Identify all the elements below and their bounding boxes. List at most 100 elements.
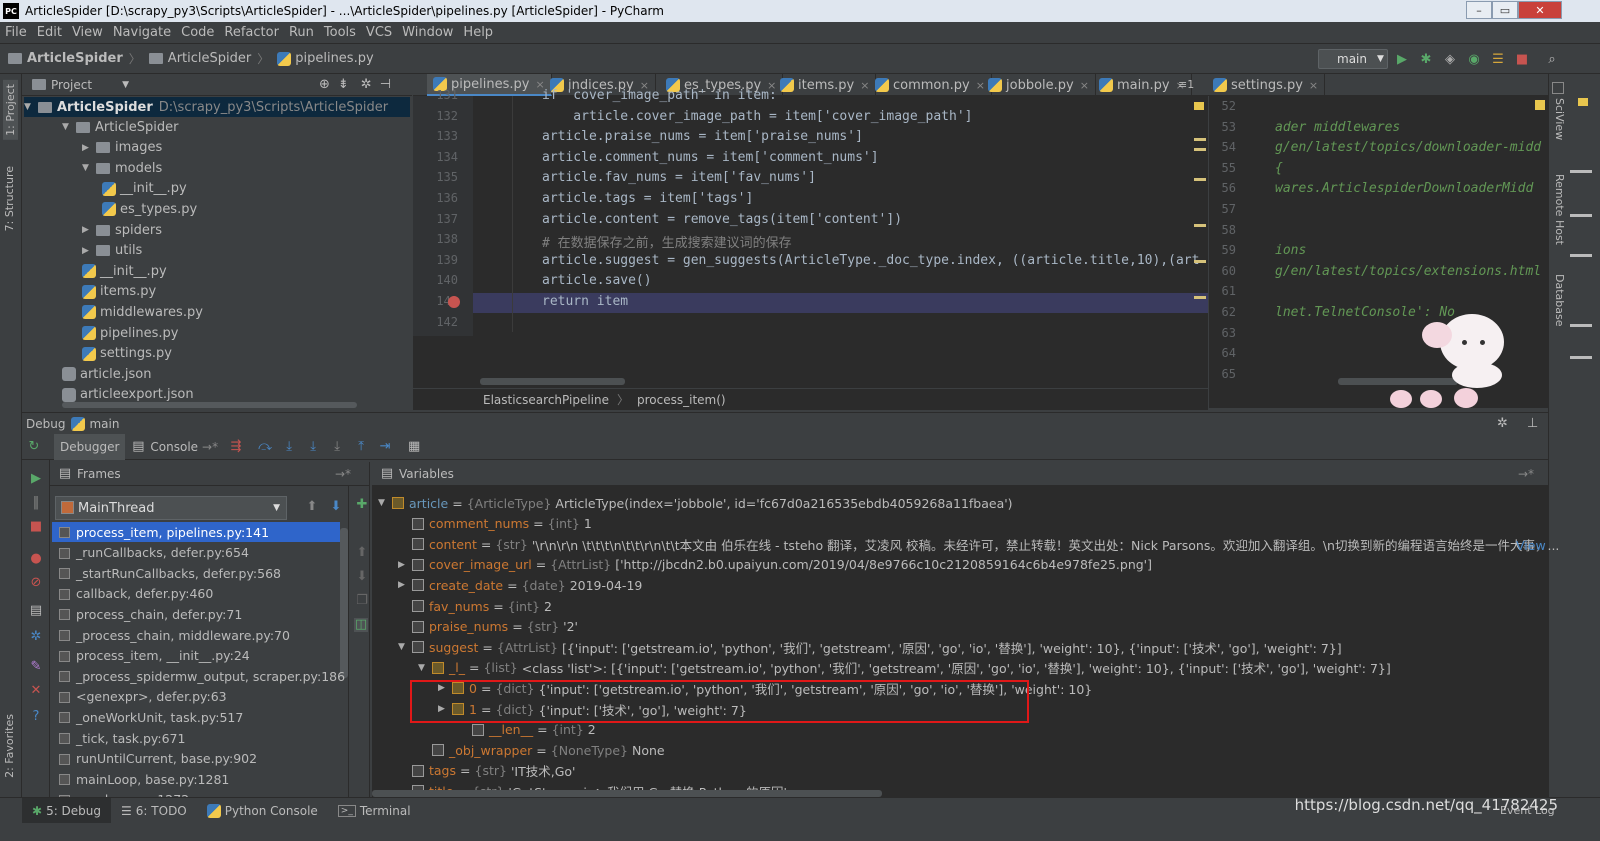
tree-item[interactable]: ▶ spiders — [82, 220, 162, 240]
stack-frame[interactable]: _startRunCallbacks, defer.py:568 — [52, 563, 340, 583]
close-tab-icon[interactable]: × — [1080, 79, 1089, 92]
run-to-cursor-icon[interactable]: ⇥ — [378, 439, 392, 454]
show-watches-icon[interactable]: ◫ — [354, 618, 368, 632]
stack-frame[interactable]: runUntilCurrent, base.py:902 — [52, 749, 340, 769]
chevron-right-icon[interactable]: ▶ — [82, 246, 96, 256]
step-into-my-code-icon[interactable]: ⤓ — [306, 439, 320, 454]
menu-edit[interactable]: Edit — [32, 25, 67, 40]
tool-tab-favorites[interactable]: 2: Favorites — [3, 714, 16, 778]
code-line[interactable]: wares.ArticlespiderDownloaderMidd — [1275, 181, 1533, 196]
editor-tab[interactable]: items.py × — [774, 74, 877, 96]
build-icon[interactable]: ☰ — [1490, 51, 1506, 67]
variable-row[interactable]: ▼ suggest = {AttrList} [{'input': ['getstrea… — [398, 637, 1342, 657]
stack-frame[interactable]: mainLoop, base.py:1281 — [52, 769, 340, 789]
step-out-icon[interactable]: ⤒ — [354, 439, 368, 454]
hide-icon[interactable]: ⊣ — [380, 77, 391, 92]
stack-frame[interactable]: _runCallbacks, defer.py:654 — [52, 543, 340, 563]
tree-item[interactable]: ▼ models — [82, 158, 162, 178]
frames-scrollbar[interactable] — [340, 528, 348, 678]
tool-tab-database[interactable]: Database — [1553, 274, 1566, 327]
code-line[interactable]: article.comment_nums = item['comment_num… — [542, 150, 879, 165]
close-icon[interactable]: ✕ — [29, 684, 43, 698]
pin-icon[interactable]: ✎ — [29, 660, 43, 674]
code-line[interactable]: article.suggest = gen_suggests(ArticleTy… — [542, 253, 1199, 268]
code-line[interactable]: ions — [1275, 243, 1306, 258]
thread-select[interactable]: MainThread ▼ — [55, 496, 287, 520]
breadcrumb-class[interactable]: ElasticsearchPipeline — [483, 393, 609, 407]
tree-item[interactable]: ▶ images — [82, 138, 162, 158]
menu-navigate[interactable]: Navigate — [108, 25, 176, 40]
tool-tab-todo[interactable]: ☰ 6: TODO — [111, 798, 197, 824]
stack-frame[interactable]: _process_chain, middleware.py:70 — [52, 625, 340, 645]
code-line[interactable]: # 在数据保存之前，生成搜索建议词的保存 — [542, 232, 792, 251]
variable-row[interactable]: ▶ create_date = {date} 2019-04-19 — [398, 575, 642, 595]
close-tab-icon[interactable]: × — [1309, 79, 1318, 92]
chevron-down-icon[interactable]: ▼ — [378, 498, 392, 508]
chevron-right-icon[interactable]: ▶ — [82, 225, 96, 235]
coverage-icon[interactable]: ◈ — [1442, 51, 1458, 67]
close-window-button[interactable]: ✕ — [1518, 1, 1562, 19]
stack-frame[interactable]: process_item, __init__.py:24 — [52, 646, 340, 666]
stack-frame[interactable]: process_item, pipelines.py:141 — [52, 522, 340, 542]
stack-frame[interactable]: _oneWorkUnit, task.py:517 — [52, 707, 340, 727]
chevron-down-icon[interactable]: ▼ — [122, 80, 129, 90]
code-line[interactable]: ader middlewares — [1275, 120, 1400, 135]
horizontal-scrollbar[interactable] — [372, 790, 882, 797]
step-into-icon[interactable]: ⤓ — [282, 439, 296, 454]
breadcrumb-package[interactable]: ArticleSpider — [148, 51, 251, 66]
chevron-right-icon[interactable]: ▶ — [398, 580, 412, 590]
stop-icon[interactable]: ■ — [1514, 51, 1530, 67]
chevron-down-icon[interactable]: ▼ — [398, 642, 412, 652]
code-line[interactable]: article.fav_nums = item['fav_nums'] — [542, 170, 816, 185]
menu-run[interactable]: Run — [284, 25, 319, 40]
chevron-down-icon[interactable]: ▼ — [82, 163, 96, 173]
tree-item[interactable]: article.json — [62, 364, 152, 384]
variable-row[interactable]: ▶ cover_image_url = {AttrList} ['http://jbcd… — [398, 555, 1152, 575]
tree-item[interactable]: ▼ ArticleSpider — [62, 117, 178, 137]
move-up-icon[interactable]: ⬆ — [355, 546, 369, 560]
editor-tab[interactable]: settings.py × — [1207, 74, 1326, 96]
tree-item[interactable]: __init__.py — [82, 261, 167, 281]
variable-row[interactable]: _obj_wrapper = {NoneType} None — [418, 740, 665, 760]
horizontal-scrollbar[interactable] — [480, 378, 625, 385]
search-icon[interactable]: ⌕ — [1544, 51, 1560, 67]
variable-row[interactable]: ▼ article = {ArticleType} ArticleType(index=… — [378, 493, 1013, 513]
tool-tab-project[interactable]: 1: Project — [3, 80, 18, 140]
breakpoint-icon[interactable] — [448, 296, 460, 308]
code-line[interactable]: g/en/latest/topics/extensions.html — [1275, 264, 1541, 279]
debug-icon[interactable]: ✱ — [1418, 51, 1434, 67]
variable-row[interactable]: comment_nums = {int} 1 — [398, 514, 592, 534]
menu-help[interactable]: Help — [458, 25, 498, 40]
minimize-button[interactable]: – — [1466, 1, 1492, 19]
gear-icon[interactable]: ✲ — [1497, 416, 1508, 431]
variable-row[interactable]: content = {str} '\r\n\r\n \t\t\t\n\t\t\r\n\… — [398, 534, 1559, 554]
variable-row[interactable]: ▼ _l_ = {list} <class 'list'>: [{'input': ['… — [418, 658, 1391, 678]
hide-panel-icon[interactable]: ⊥ — [1527, 416, 1538, 431]
profile-icon[interactable]: ◉ — [1466, 51, 1482, 67]
code-line[interactable]: g/en/latest/topics/downloader-midd — [1275, 140, 1541, 155]
run-config-select[interactable]: main ▼ — [1318, 49, 1388, 69]
editor-tab[interactable]: main.py × — [1093, 74, 1192, 96]
chevron-right-icon[interactable]: ▶ — [82, 143, 96, 153]
chevron-down-icon[interactable]: ▼ — [62, 122, 76, 132]
variable-row[interactable]: fav_nums = {int} 2 — [398, 596, 552, 616]
chevron-right-icon[interactable]: ▶ — [398, 560, 412, 570]
menu-view[interactable]: View — [67, 25, 108, 40]
stop-icon[interactable]: ■ — [29, 520, 43, 534]
code-line[interactable]: return item — [542, 294, 628, 309]
project-view-select[interactable]: Project — [51, 78, 92, 92]
help-icon[interactable]: ? — [29, 710, 43, 724]
editor-tab[interactable]: jobbole.py × — [982, 74, 1096, 96]
menu-vcs[interactable]: VCS — [361, 25, 397, 40]
tab-debugger[interactable]: Debugger — [54, 433, 126, 460]
tab-console[interactable]: ▤ Console →* — [125, 434, 224, 460]
maximize-button[interactable]: ▭ — [1492, 1, 1518, 19]
code-line[interactable]: article.tags = item['tags'] — [542, 191, 753, 206]
breadcrumb-method[interactable]: process_item() — [637, 393, 726, 407]
stack-frame[interactable]: process_chain, defer.py:71 — [52, 604, 340, 624]
stack-frame[interactable]: callback, defer.py:460 — [52, 584, 340, 604]
move-down-icon[interactable]: ⬇ — [355, 570, 369, 584]
tree-item[interactable]: ▶ utils — [82, 241, 142, 261]
tree-item[interactable]: settings.py — [82, 344, 172, 364]
gear-icon[interactable]: ✲ — [361, 77, 372, 92]
